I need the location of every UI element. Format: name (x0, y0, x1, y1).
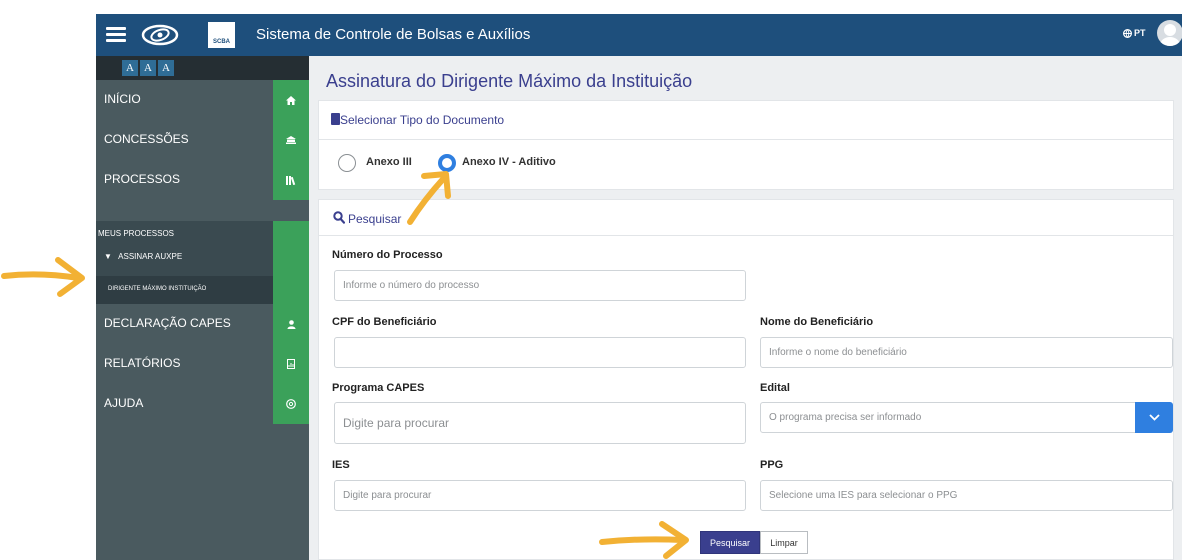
sidebar-item-ajuda[interactable]: AJUDA (96, 384, 309, 424)
ppg-input[interactable] (760, 480, 1173, 511)
nome-input[interactable] (760, 337, 1173, 368)
cpf-input[interactable] (334, 337, 746, 368)
chevron-down-icon (1148, 414, 1160, 421)
font-size-bar: A A A (96, 56, 309, 80)
hamburger-icon[interactable] (106, 27, 126, 43)
app-title: Sistema de Controle de Bolsas e Auxílios (256, 26, 531, 43)
label-edital: Edital (760, 382, 790, 394)
caret-down-icon: ▼ (104, 252, 112, 261)
submenu-item-assinar-auxpe[interactable]: ▼ ASSINAR AUXPE (104, 252, 182, 261)
user-silhouette-icon (1160, 24, 1180, 46)
document-icon (331, 113, 340, 125)
annotation-arrow-sidebar (1, 257, 85, 297)
bank-icon (273, 120, 309, 160)
radio-anexo-iii[interactable] (338, 154, 356, 172)
sidebar-item-label: CONCESSÕES (104, 132, 189, 146)
ies-input[interactable] (334, 480, 746, 511)
programa-input[interactable] (334, 402, 746, 444)
numero-processo-input[interactable] (334, 270, 746, 301)
sidebar-item-processos[interactable]: PROCESSOS (96, 160, 309, 200)
label-ies: IES (332, 459, 350, 471)
screenshot-stage: SCBA Sistema de Controle de Bolsas e Aux… (0, 0, 1182, 560)
submenu-item-dirigente[interactable]: DIRIGENTE MÁXIMO INSTITUIÇÃO (96, 276, 273, 304)
top-bar: SCBA Sistema de Controle de Bolsas e Aux… (96, 14, 1182, 56)
search-header-text: Pesquisar (348, 212, 402, 226)
page-title: Assinatura do Dirigente Máximo da Instit… (326, 71, 693, 91)
font-increase-button[interactable]: A (158, 60, 174, 76)
sidebar-item-relatorios[interactable]: RELATÓRIOS (96, 344, 309, 384)
app-window: SCBA Sistema de Controle de Bolsas e Aux… (96, 14, 1182, 560)
annotation-arrow-radio (407, 171, 451, 225)
sidebar-item-declaracao[interactable]: DECLARAÇÃO CAPES (96, 304, 309, 344)
edital-dropdown-button[interactable] (1135, 402, 1173, 433)
language-label: PT (1134, 28, 1146, 38)
globe-icon (1123, 28, 1132, 38)
sidebar-item-label: PROCESSOS (104, 172, 181, 186)
font-decrease-button[interactable]: A (122, 60, 138, 76)
sidebar-item-inicio[interactable]: INÍCIO (96, 80, 309, 120)
scba-logo-text: SCBA (212, 39, 230, 45)
edital-select[interactable] (760, 402, 1136, 433)
submenu-active-label: DIRIGENTE MÁXIMO INSTITUIÇÃO (108, 286, 207, 292)
label-ppg: PPG (760, 459, 784, 471)
label-numero-processo: Número do Processo (332, 249, 443, 261)
sidebar-item-concessoes[interactable]: CONCESSÕES (96, 120, 309, 160)
user-avatar[interactable] (1157, 20, 1182, 46)
search-icon (333, 211, 345, 224)
capes-logo (141, 24, 179, 46)
report-icon (273, 344, 309, 384)
help-icon (273, 384, 309, 424)
annotation-arrow-button (599, 521, 689, 559)
sidebar-item-label: RELATÓRIOS (104, 356, 181, 370)
sidebar: A A A INÍCIO CONCESSÕES PROCESSOS MEUS P… (96, 56, 309, 560)
label-programa: Programa CAPES (332, 382, 425, 394)
submenu-title[interactable]: MEUS PROCESSOS (98, 229, 174, 238)
radio-anexo-iv-label[interactable]: Anexo IV - Aditivo (462, 156, 556, 168)
user-icon (273, 304, 309, 344)
sidebar-item-label: AJUDA (104, 396, 144, 410)
sidebar-item-label: DECLARAÇÃO CAPES (104, 316, 231, 330)
library-icon (273, 160, 309, 200)
doc-type-header-text: Selecionar Tipo do Documento (340, 113, 505, 127)
limpar-button[interactable]: Limpar (760, 531, 808, 554)
font-reset-button[interactable]: A (140, 60, 156, 76)
sidebar-item-label: INÍCIO (104, 92, 141, 106)
submenu-item-label: ASSINAR AUXPE (118, 252, 183, 261)
label-cpf: CPF do Beneficiário (332, 316, 437, 328)
home-icon (273, 80, 309, 120)
label-nome: Nome do Beneficiário (760, 316, 874, 328)
submenu-meus-processos: MEUS PROCESSOS ▼ ASSINAR AUXPE DIRIGENTE… (96, 221, 309, 304)
language-selector[interactable]: PT (1123, 28, 1146, 38)
scba-logo: SCBA (208, 22, 235, 48)
doc-type-header: Selecionar Tipo do Documento (319, 101, 1173, 140)
pesquisar-button[interactable]: Pesquisar (700, 531, 760, 554)
